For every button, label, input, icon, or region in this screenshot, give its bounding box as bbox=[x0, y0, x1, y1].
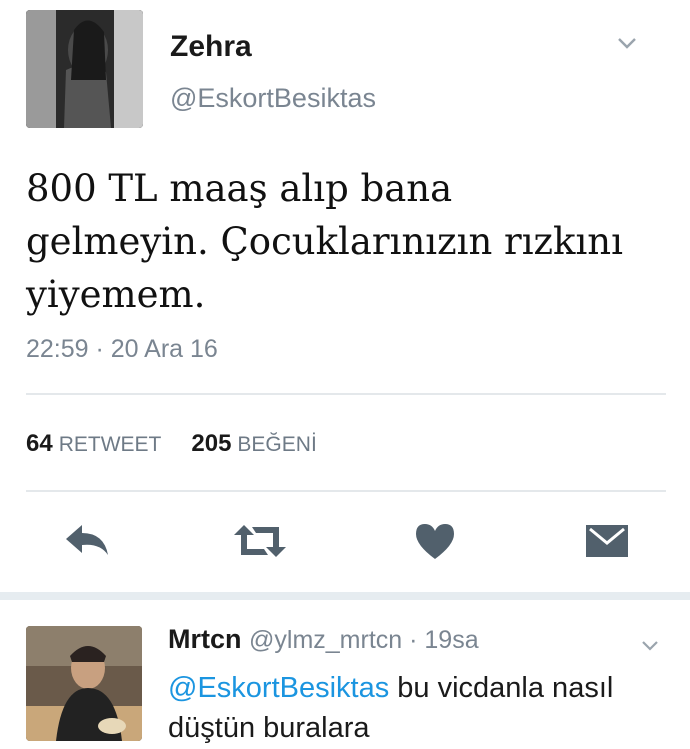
tweet-timestamp[interactable]: 22:59 · 20 Ara 16 bbox=[26, 335, 218, 364]
mention-link[interactable]: @EskortBesiktas bbox=[168, 672, 389, 704]
display-name[interactable]: Zehra bbox=[170, 30, 252, 64]
tweet-separator bbox=[0, 592, 690, 600]
reply-time[interactable]: · 19sa bbox=[402, 626, 479, 654]
retweet-label[interactable]: RETWEET bbox=[59, 433, 162, 456]
divider bbox=[26, 490, 666, 492]
reply-avatar[interactable] bbox=[26, 626, 142, 741]
heart-icon[interactable] bbox=[412, 521, 458, 561]
like-count[interactable]: 205 bbox=[191, 430, 231, 457]
tweet-text: 800 TL maaş alıp bana gelmeyin. Çocuklar… bbox=[26, 167, 623, 316]
user-handle[interactable]: @EskortBesiktas bbox=[170, 83, 376, 114]
reply-icon[interactable] bbox=[62, 521, 112, 561]
chevron-down-icon[interactable] bbox=[616, 32, 638, 54]
dm-envelope-icon[interactable] bbox=[584, 521, 630, 561]
chevron-down-icon[interactable] bbox=[640, 636, 660, 656]
retweet-icon[interactable] bbox=[230, 521, 290, 561]
divider bbox=[26, 393, 666, 395]
main-tweet: Zehra @EskortBesiktas 800 TL maaş alıp b… bbox=[0, 0, 690, 592]
tweet-stats: 64 RETWEET 205 BEĞENİ bbox=[26, 430, 347, 458]
reply-display-name[interactable]: Mrtcn bbox=[168, 624, 242, 654]
user-avatar[interactable] bbox=[26, 10, 143, 128]
like-label[interactable]: BEĞENİ bbox=[237, 433, 316, 456]
reply-header: Mrtcn @ylmz_mrtcn · 19sa bbox=[168, 624, 479, 655]
reply-tweet: Mrtcn @ylmz_mrtcn · 19sa @EskortBesiktas… bbox=[0, 600, 690, 749]
reply-text: @EskortBesiktas bu vicdanla nasıl düştün… bbox=[168, 668, 648, 748]
retweet-count[interactable]: 64 bbox=[26, 430, 53, 457]
reply-handle[interactable]: @ylmz_mrtcn bbox=[249, 626, 402, 654]
